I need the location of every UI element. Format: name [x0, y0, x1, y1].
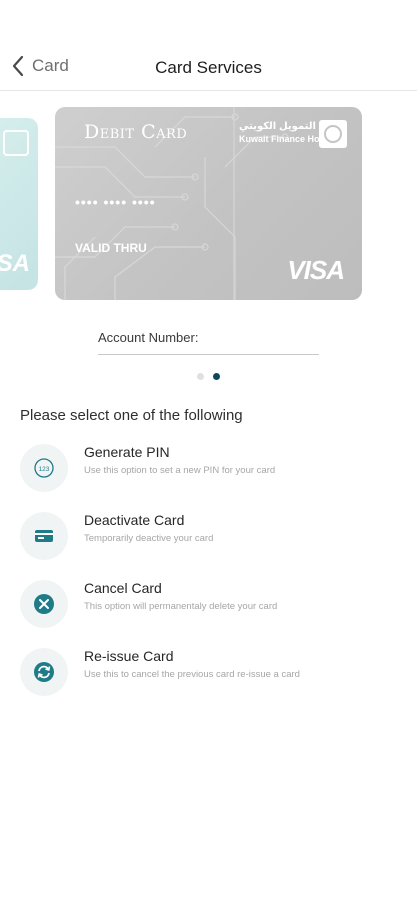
cancel-card-option[interactable]: Cancel Card This option will permanental… [20, 580, 400, 630]
pager-dot[interactable] [197, 373, 204, 380]
reissue-card-option[interactable]: Re-issue Card Use this to cancel the pre… [20, 648, 400, 698]
card-icon [20, 512, 68, 560]
option-subtitle: Temporarily deactive your card [84, 533, 214, 544]
card-brand-partial: SA [0, 250, 30, 277]
card-type: Debit Card [84, 121, 188, 143]
option-title: Re-issue Card [84, 648, 174, 664]
masked-card-number: •••• •••• •••• [75, 194, 156, 210]
pager-dot-active[interactable] [213, 373, 220, 380]
svg-text:123: 123 [39, 466, 50, 473]
valid-thru-label: VALID THRU [75, 241, 147, 255]
card-previous[interactable]: SA [0, 118, 38, 290]
page-title: Card Services [155, 58, 262, 77]
section-prompt: Please select one of the following [20, 407, 243, 424]
debit-card[interactable]: Debit Card بيت التمويل الكويتي Kuwait Fi… [55, 107, 362, 300]
option-title: Deactivate Card [84, 512, 185, 528]
option-subtitle: Use this to cancel the previous card re-… [84, 669, 300, 680]
reissue-icon [20, 648, 68, 696]
pin-icon: 123 [20, 444, 68, 492]
account-number-field: Account Number: [98, 330, 319, 355]
cancel-icon [20, 580, 68, 628]
nav-header: Card Card Services [0, 0, 417, 91]
bank-emblem-icon [3, 130, 29, 156]
option-title: Generate PIN [84, 444, 170, 460]
option-subtitle: This option will permanentaly delete you… [84, 601, 278, 612]
option-title: Cancel Card [84, 580, 162, 596]
generate-pin-option[interactable]: 123 Generate PIN Use this option to set … [20, 444, 400, 494]
option-subtitle: Use this option to set a new PIN for you… [84, 465, 276, 476]
visa-logo: VISA [287, 255, 345, 285]
bank-logo-icon [319, 120, 347, 148]
deactivate-card-option[interactable]: Deactivate Card Temporarily deactive you… [20, 512, 400, 562]
